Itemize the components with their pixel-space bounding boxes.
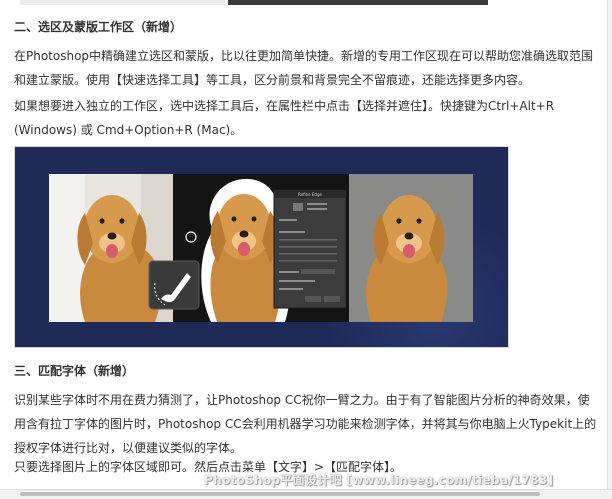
- section-2-heading: 二、选区及蒙版工作区（新增）: [14, 20, 183, 34]
- refine-edge-dialog: Refine Edge: [273, 189, 347, 309]
- brush-icon: [148, 260, 200, 310]
- top-image-edge: [0, 0, 612, 7]
- select-and-mask-figure: Refine Edge: [14, 146, 509, 348]
- section-2-paragraph-1: 在Photoshop中精确建立选区和蒙版，比以往更加简单快捷。新增的专用工作区现…: [14, 49, 594, 87]
- figure-illustration: Refine Edge: [15, 147, 508, 347]
- section-3-heading: 三、匹配字体（新增）: [14, 364, 135, 378]
- dialog-title: Refine Edge: [298, 192, 322, 197]
- top-image-right-edge: [228, 0, 488, 5]
- top-image-left-edge: [20, 0, 225, 5]
- section-3-paragraph-1: 识别某些字体时不用在费力猜测了，让Photoshop CC祝你一臂之力。由于有了…: [14, 393, 597, 455]
- watermark-text: PhotoShop平面设计吧 [www.lineeg.com/tieba/178…: [204, 473, 554, 487]
- vertical-scrollbar[interactable]: [607, 0, 612, 499]
- horizontal-scrollbar-thumb[interactable]: [20, 492, 540, 496]
- horizontal-scrollbar[interactable]: [0, 489, 612, 499]
- result-photo-panel: [349, 174, 473, 322]
- section-2-paragraph-2: 如果想要进入独立的工作区，选中选择工具后，在属性栏中点击【选择并遮住】。快捷键为…: [14, 99, 555, 137]
